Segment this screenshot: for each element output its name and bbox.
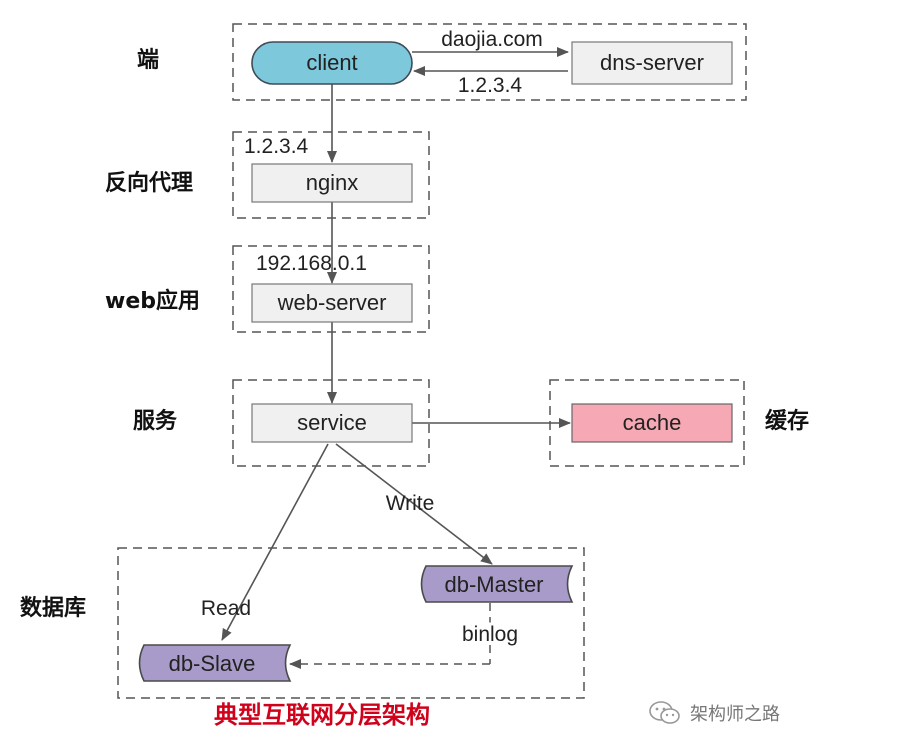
web-server-label: web-server — [277, 290, 387, 315]
db-slave-label: db-Slave — [169, 651, 256, 676]
nginx-ip-label: 1.2.3.4 — [244, 135, 309, 158]
service-label: service — [297, 410, 367, 435]
client-label: client — [306, 50, 357, 75]
architecture-diagram: client dns-server nginx web-server servi… — [0, 0, 906, 739]
watermark: 架构师之路 — [648, 700, 780, 726]
write-label: Write — [386, 492, 435, 515]
web-app-layer-label: web应用 — [105, 289, 200, 314]
dns-reply-label: 1.2.3.4 — [458, 74, 523, 97]
web-ip-label: 192.168.0.1 — [256, 252, 367, 275]
service-layer-label: 服务 — [133, 409, 178, 434]
cache-label: cache — [623, 410, 682, 435]
watermark-text: 架构师之路 — [690, 704, 780, 725]
dns-query-label: daojia.com — [441, 28, 543, 51]
reverse-proxy-layer-label: 反向代理 — [105, 171, 194, 196]
wechat-icon — [649, 701, 680, 724]
read-label: Read — [201, 597, 251, 620]
client-layer-label: 端 — [137, 48, 160, 73]
database-layer-label: 数据库 — [20, 596, 87, 621]
diagram-caption: 典型互联网分层架构 — [214, 701, 430, 729]
nginx-label: nginx — [306, 170, 359, 195]
dns-server-label: dns-server — [600, 50, 704, 75]
cache-layer-label: 缓存 — [765, 409, 810, 434]
diagram-canvas: client dns-server nginx web-server servi… — [117, 23, 747, 699]
binlog-label: binlog — [462, 623, 518, 646]
db-master-label: db-Master — [444, 572, 543, 597]
